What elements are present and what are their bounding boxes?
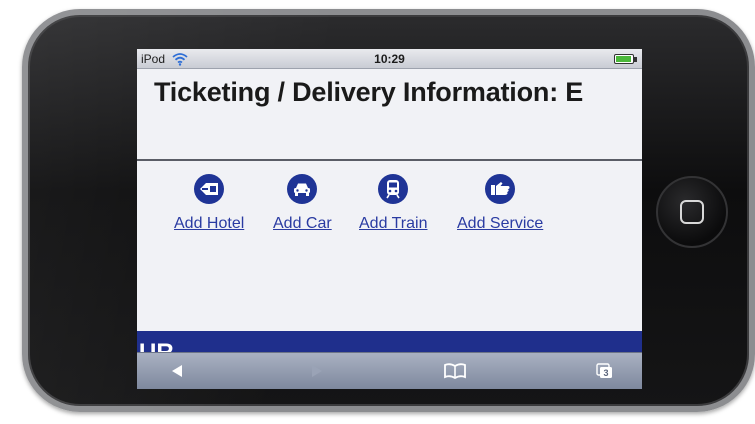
service-icon bbox=[485, 174, 516, 204]
add-service-link[interactable]: Add Service bbox=[457, 174, 543, 233]
device-screen: iPod 10:29 Ticketing / Delivery Informat… bbox=[137, 49, 642, 389]
forward-button[interactable] bbox=[305, 361, 329, 381]
home-square-icon bbox=[680, 200, 704, 224]
add-car-label: Add Car bbox=[273, 215, 332, 232]
home-button[interactable] bbox=[656, 176, 728, 248]
bookmarks-book-icon bbox=[444, 363, 466, 379]
bookmarks-button[interactable] bbox=[443, 361, 467, 381]
web-content[interactable]: Ticketing / Delivery Information: E Add … bbox=[137, 70, 642, 373]
add-service-label: Add Service bbox=[457, 215, 544, 232]
pages-count: 3 bbox=[603, 368, 608, 378]
hotel-icon bbox=[194, 174, 225, 204]
battery-tip bbox=[634, 57, 637, 62]
add-hotel-link[interactable]: Add Hotel bbox=[174, 174, 244, 233]
battery-icon bbox=[614, 54, 637, 64]
safari-toolbar: 3 bbox=[137, 352, 642, 389]
back-arrow-icon bbox=[172, 365, 182, 377]
page-title: Ticketing / Delivery Information: E bbox=[154, 77, 584, 107]
title-divider bbox=[137, 159, 642, 161]
forward-arrow-icon bbox=[312, 365, 322, 377]
add-train-link[interactable]: Add Train bbox=[359, 174, 427, 233]
add-train-label: Add Train bbox=[359, 215, 428, 232]
status-time: 10:29 bbox=[374, 52, 405, 66]
status-bar: iPod 10:29 bbox=[137, 49, 642, 69]
battery-level-fill bbox=[616, 56, 631, 62]
car-icon bbox=[287, 174, 318, 204]
pages-button[interactable]: 3 bbox=[593, 361, 617, 381]
train-icon bbox=[378, 174, 409, 204]
pages-icon: 3 bbox=[596, 363, 612, 378]
add-car-link[interactable]: Add Car bbox=[273, 174, 332, 233]
add-hotel-label: Add Hotel bbox=[174, 215, 245, 232]
back-button[interactable] bbox=[165, 361, 189, 381]
